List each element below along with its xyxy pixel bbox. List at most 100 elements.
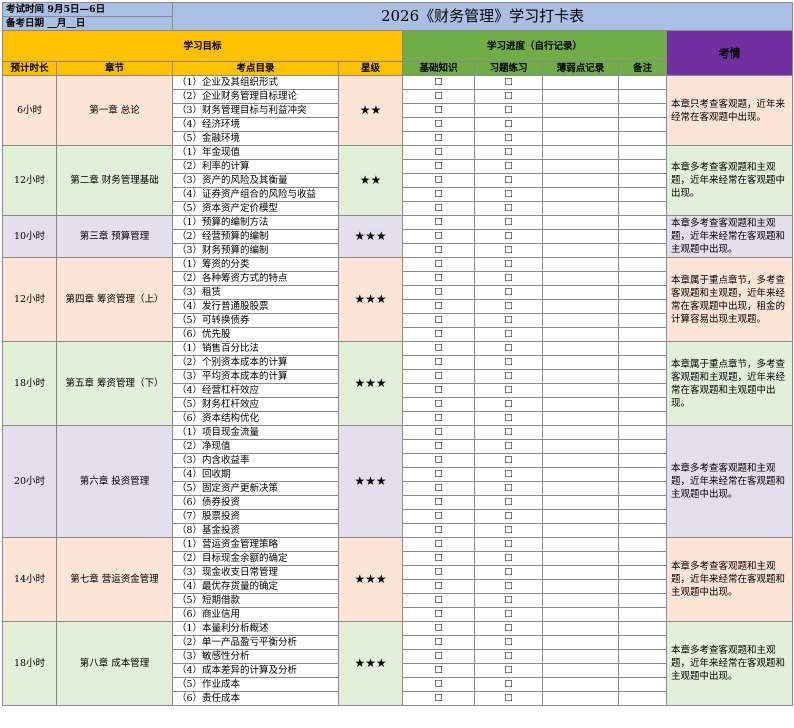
weak-point-cell[interactable] <box>542 369 620 384</box>
basic-checkbox[interactable]: ☐ <box>402 523 476 538</box>
basic-checkbox[interactable]: ☐ <box>402 215 476 230</box>
basic-checkbox[interactable]: ☐ <box>402 355 476 370</box>
practice-checkbox[interactable]: ☐ <box>474 299 544 314</box>
weak-point-cell[interactable] <box>542 131 620 146</box>
practice-checkbox[interactable]: ☐ <box>474 635 544 650</box>
weak-point-cell[interactable] <box>542 537 620 552</box>
practice-checkbox[interactable]: ☐ <box>474 425 544 440</box>
remark-cell[interactable] <box>618 103 668 118</box>
weak-point-cell[interactable] <box>542 327 620 342</box>
weak-point-cell[interactable] <box>542 341 620 356</box>
remark-cell[interactable] <box>618 215 668 230</box>
practice-checkbox[interactable]: ☐ <box>474 201 544 216</box>
basic-checkbox[interactable]: ☐ <box>402 145 476 160</box>
basic-checkbox[interactable]: ☐ <box>402 593 476 608</box>
remark-cell[interactable] <box>618 691 668 706</box>
basic-checkbox[interactable]: ☐ <box>402 89 476 104</box>
weak-point-cell[interactable] <box>542 481 620 496</box>
basic-checkbox[interactable]: ☐ <box>402 229 476 244</box>
weak-point-cell[interactable] <box>542 579 620 594</box>
practice-checkbox[interactable]: ☐ <box>474 579 544 594</box>
weak-point-cell[interactable] <box>542 467 620 482</box>
practice-checkbox[interactable]: ☐ <box>474 663 544 678</box>
remark-cell[interactable] <box>618 551 668 566</box>
practice-checkbox[interactable]: ☐ <box>474 173 544 188</box>
weak-point-cell[interactable] <box>542 551 620 566</box>
basic-checkbox[interactable]: ☐ <box>402 691 476 706</box>
remark-cell[interactable] <box>618 131 668 146</box>
weak-point-cell[interactable] <box>542 635 620 650</box>
remark-cell[interactable] <box>618 663 668 678</box>
weak-point-cell[interactable] <box>542 523 620 538</box>
remark-cell[interactable] <box>618 271 668 286</box>
remark-cell[interactable] <box>618 439 668 454</box>
basic-checkbox[interactable]: ☐ <box>402 117 476 132</box>
basic-checkbox[interactable]: ☐ <box>402 341 476 356</box>
remark-cell[interactable] <box>618 89 668 104</box>
practice-checkbox[interactable]: ☐ <box>474 621 544 636</box>
weak-point-cell[interactable] <box>542 299 620 314</box>
practice-checkbox[interactable]: ☐ <box>474 691 544 706</box>
practice-checkbox[interactable]: ☐ <box>474 159 544 174</box>
weak-point-cell[interactable] <box>542 271 620 286</box>
practice-checkbox[interactable]: ☐ <box>474 677 544 692</box>
basic-checkbox[interactable]: ☐ <box>402 537 476 552</box>
basic-checkbox[interactable]: ☐ <box>402 299 476 314</box>
weak-point-cell[interactable] <box>542 621 620 636</box>
practice-checkbox[interactable]: ☐ <box>474 537 544 552</box>
basic-checkbox[interactable]: ☐ <box>402 649 476 664</box>
practice-checkbox[interactable]: ☐ <box>474 481 544 496</box>
weak-point-cell[interactable] <box>542 593 620 608</box>
basic-checkbox[interactable]: ☐ <box>402 579 476 594</box>
practice-checkbox[interactable]: ☐ <box>474 257 544 272</box>
basic-checkbox[interactable]: ☐ <box>402 607 476 622</box>
practice-checkbox[interactable]: ☐ <box>474 313 544 328</box>
practice-checkbox[interactable]: ☐ <box>474 509 544 524</box>
remark-cell[interactable] <box>618 495 668 510</box>
basic-checkbox[interactable]: ☐ <box>402 481 476 496</box>
weak-point-cell[interactable] <box>542 565 620 580</box>
basic-checkbox[interactable]: ☐ <box>402 439 476 454</box>
practice-checkbox[interactable]: ☐ <box>474 187 544 202</box>
basic-checkbox[interactable]: ☐ <box>402 131 476 146</box>
practice-checkbox[interactable]: ☐ <box>474 397 544 412</box>
remark-cell[interactable] <box>618 523 668 538</box>
remark-cell[interactable] <box>618 383 668 398</box>
basic-checkbox[interactable]: ☐ <box>402 397 476 412</box>
remark-cell[interactable] <box>618 369 668 384</box>
weak-point-cell[interactable] <box>542 187 620 202</box>
basic-checkbox[interactable]: ☐ <box>402 621 476 636</box>
remark-cell[interactable] <box>618 677 668 692</box>
remark-cell[interactable] <box>618 425 668 440</box>
remark-cell[interactable] <box>618 593 668 608</box>
weak-point-cell[interactable] <box>542 607 620 622</box>
basic-checkbox[interactable]: ☐ <box>402 243 476 258</box>
basic-checkbox[interactable]: ☐ <box>402 369 476 384</box>
practice-checkbox[interactable]: ☐ <box>474 383 544 398</box>
basic-checkbox[interactable]: ☐ <box>402 509 476 524</box>
weak-point-cell[interactable] <box>542 453 620 468</box>
practice-checkbox[interactable]: ☐ <box>474 271 544 286</box>
practice-checkbox[interactable]: ☐ <box>474 369 544 384</box>
remark-cell[interactable] <box>618 607 668 622</box>
weak-point-cell[interactable] <box>542 201 620 216</box>
practice-checkbox[interactable]: ☐ <box>474 243 544 258</box>
basic-checkbox[interactable]: ☐ <box>402 495 476 510</box>
practice-checkbox[interactable]: ☐ <box>474 439 544 454</box>
remark-cell[interactable] <box>618 327 668 342</box>
remark-cell[interactable] <box>618 285 668 300</box>
remark-cell[interactable] <box>618 201 668 216</box>
remark-cell[interactable] <box>618 397 668 412</box>
weak-point-cell[interactable] <box>542 509 620 524</box>
practice-checkbox[interactable]: ☐ <box>474 495 544 510</box>
weak-point-cell[interactable] <box>542 383 620 398</box>
practice-checkbox[interactable]: ☐ <box>474 75 544 90</box>
weak-point-cell[interactable] <box>542 425 620 440</box>
remark-cell[interactable] <box>618 117 668 132</box>
practice-checkbox[interactable]: ☐ <box>474 145 544 160</box>
practice-checkbox[interactable]: ☐ <box>474 131 544 146</box>
remark-cell[interactable] <box>618 313 668 328</box>
basic-checkbox[interactable]: ☐ <box>402 75 476 90</box>
remark-cell[interactable] <box>618 621 668 636</box>
weak-point-cell[interactable] <box>542 439 620 454</box>
